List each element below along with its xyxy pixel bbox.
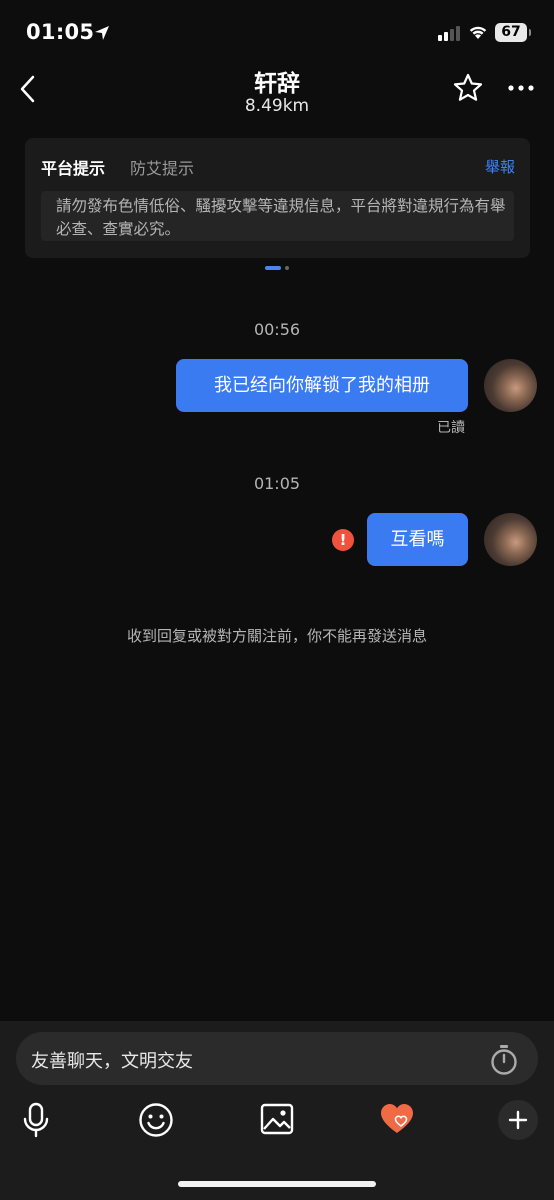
message-timestamp: 00:56 xyxy=(253,320,301,339)
send-failed-alert-icon[interactable]: ! xyxy=(332,529,354,551)
message-input-placeholder: 友善聊天，文明交友 xyxy=(31,1051,193,1072)
location-arrow-icon xyxy=(95,26,109,40)
microphone-icon[interactable] xyxy=(22,1102,50,1138)
image-icon[interactable] xyxy=(260,1102,294,1136)
report-link[interactable]: 舉報 xyxy=(485,156,515,177)
tab-aids-notice[interactable]: 防艾提示 xyxy=(130,155,194,179)
notice-text: 請勿發布色情低俗、騷擾攻擊等違規信息，平台將對違規行為有舉必查、查實必究。 xyxy=(56,197,506,238)
emoji-icon[interactable] xyxy=(138,1102,174,1138)
home-indicator xyxy=(178,1181,376,1187)
message-bubble-sent[interactable]: 互看嗎 xyxy=(367,513,468,566)
more-options-icon[interactable] xyxy=(508,84,534,92)
star-icon[interactable] xyxy=(452,72,484,104)
carousel-page-indicator xyxy=(265,266,289,270)
message-bubble-sent[interactable]: 我已经向你解锁了我的相册 xyxy=(176,359,468,412)
heart-gift-icon[interactable] xyxy=(380,1102,414,1136)
message-timestamp: 01:05 xyxy=(253,474,301,493)
tab-platform-notice[interactable]: 平台提示 xyxy=(41,155,105,179)
wifi-icon xyxy=(469,26,487,39)
system-notice: 收到回复或被對方關注前，你不能再發送消息 xyxy=(126,627,427,645)
plus-icon xyxy=(508,1110,528,1130)
status-time: 01:05 xyxy=(26,20,95,44)
read-status: 已讀 xyxy=(437,420,465,436)
avatar[interactable] xyxy=(484,359,537,412)
battery-indicator: 67 xyxy=(495,23,531,42)
avatar[interactable] xyxy=(484,513,537,566)
timer-icon[interactable] xyxy=(489,1044,519,1076)
cellular-signal-icon xyxy=(438,26,460,41)
